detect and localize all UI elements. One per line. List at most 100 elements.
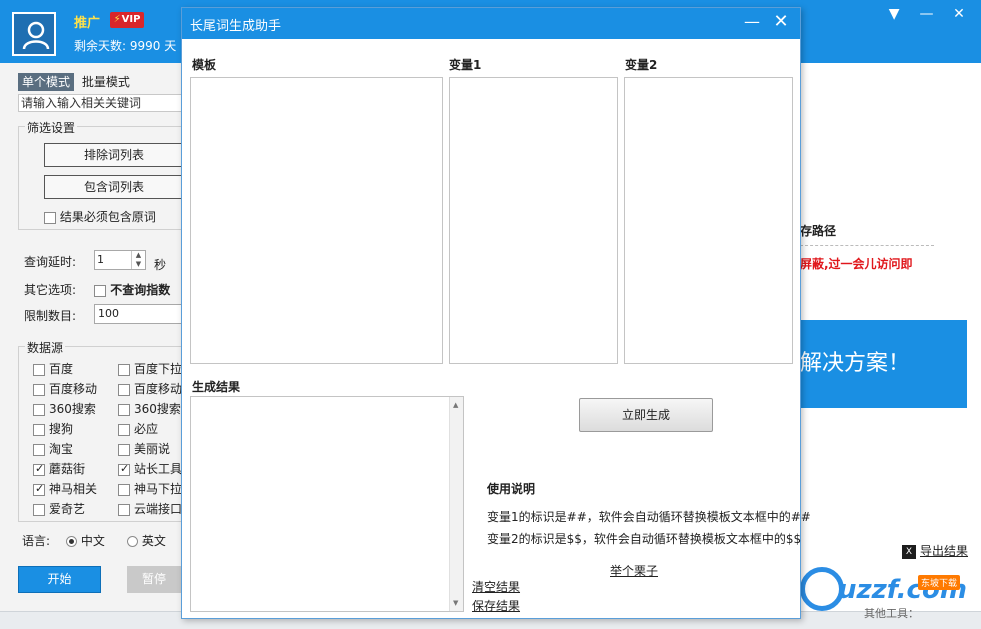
source-option[interactable]: 神马相关 <box>33 480 97 497</box>
avatar[interactable] <box>12 12 56 56</box>
source-option[interactable]: 淘宝 <box>33 440 73 457</box>
promo-label[interactable]: 推广 <box>74 12 100 31</box>
lang-en-label: 英文 <box>141 534 166 548</box>
pause-button[interactable]: 暂停 <box>127 566 181 593</box>
example-link[interactable]: 举个栗子 <box>610 562 658 579</box>
dialog-titlebar[interactable]: 长尾词生成助手 — ✕ <box>182 8 800 39</box>
days-left: 剩余天数: 9990 天 <box>74 39 177 53</box>
must-contain-checkbox[interactable] <box>44 211 56 224</box>
bolt-icon: ⚡ <box>113 14 121 25</box>
source-checkbox[interactable] <box>118 423 130 436</box>
close-icon[interactable]: ✕ <box>945 6 973 22</box>
template-textarea[interactable] <box>190 77 443 364</box>
source-label: 百度 <box>49 362 74 376</box>
must-contain-option[interactable]: 结果必须包含原词 <box>44 208 156 225</box>
lang-en-option[interactable]: 英文 <box>127 532 166 549</box>
source-checkbox[interactable] <box>118 403 130 416</box>
source-checkbox[interactable] <box>118 462 130 476</box>
usage-line-2: 变量2的标识是$$，软件会自动循环替换模板文本框中的$$ <box>487 532 802 546</box>
source-checkbox[interactable] <box>118 483 130 496</box>
generate-button[interactable]: 立即生成 <box>579 398 713 432</box>
source-label: 神马相关 <box>49 482 98 496</box>
source-label: 神马下拉 <box>134 482 183 496</box>
minimize-icon[interactable]: — <box>742 12 762 34</box>
dropdown-icon[interactable]: ▼ <box>880 6 908 22</box>
result-label: 生成结果 <box>192 380 241 394</box>
var1-textarea[interactable] <box>449 77 618 364</box>
divider <box>800 245 934 246</box>
export-results-link[interactable]: X 导出结果 <box>902 542 968 559</box>
source-option[interactable]: 百度 <box>33 360 73 377</box>
source-checkbox[interactable] <box>118 443 130 456</box>
save-results-link[interactable]: 保存结果 <box>472 597 520 614</box>
minimize-icon[interactable]: — <box>913 6 941 22</box>
tab-batch-mode[interactable]: 批量模式 <box>78 73 134 91</box>
source-option[interactable]: 神马下拉 <box>118 480 182 497</box>
language-label: 语言: <box>22 534 51 548</box>
source-label: 爱奇艺 <box>49 502 86 516</box>
scroll-up-icon[interactable]: ▲ <box>453 401 458 409</box>
watermark-logo: uzzf.com 东坡下载 其他工具： <box>800 565 978 620</box>
source-option[interactable]: 百度移动 <box>33 380 97 397</box>
mode-tabs: 单个模式 批量模式 <box>18 73 134 91</box>
source-option[interactable]: 美丽说 <box>118 440 170 457</box>
lang-cn-option[interactable]: 中文 <box>66 532 105 549</box>
source-option[interactable]: 必应 <box>118 420 158 437</box>
source-label: 淘宝 <box>49 442 74 456</box>
blocked-message: 屏蔽,过一会儿访问即 <box>800 257 913 271</box>
query-delay-stepper[interactable]: 1 ▲ ▼ <box>94 250 146 270</box>
usage-title: 使用说明 <box>487 482 536 496</box>
source-option[interactable]: 百度移动 <box>118 380 182 397</box>
limit-input[interactable]: 100 <box>94 304 181 324</box>
lang-en-radio[interactable] <box>127 536 138 547</box>
result-textarea[interactable]: ▲ ▼ <box>190 396 464 612</box>
dialog-title: 长尾词生成助手 <box>190 19 282 34</box>
no-index-label: 不查询指数 <box>110 283 171 297</box>
exclude-list-button[interactable]: 排除词列表 <box>44 143 183 167</box>
var2-label: 变量2 <box>625 58 658 72</box>
vip-text: VIP <box>121 14 141 25</box>
source-label: 站长工具 <box>134 462 183 476</box>
stepper-arrows-icon[interactable]: ▲ ▼ <box>131 251 145 269</box>
source-option[interactable]: 360搜索 <box>118 400 181 417</box>
source-checkbox[interactable] <box>33 443 45 456</box>
close-icon[interactable]: ✕ <box>770 11 792 35</box>
source-checkbox[interactable] <box>33 403 45 416</box>
source-option[interactable]: 爱奇艺 <box>33 500 85 517</box>
source-label: 百度移动 <box>49 382 98 396</box>
export-results-label: 导出结果 <box>920 544 969 558</box>
keyword-input[interactable]: 请输入输入相关关键词 <box>18 94 181 112</box>
scroll-down-icon[interactable]: ▼ <box>453 599 458 607</box>
tab-single-mode[interactable]: 单个模式 <box>18 73 75 91</box>
result-scrollbar[interactable]: ▲ ▼ <box>449 397 463 611</box>
source-option[interactable]: 站长工具 <box>118 460 182 477</box>
source-checkbox[interactable] <box>33 462 45 476</box>
include-list-button[interactable]: 包含词列表 <box>44 175 183 199</box>
source-label: 必应 <box>134 422 159 436</box>
source-checkbox[interactable] <box>118 363 130 376</box>
no-index-checkbox[interactable] <box>94 284 106 297</box>
source-option[interactable]: 360搜索 <box>33 400 96 417</box>
source-option[interactable]: 云端接口 <box>118 500 182 517</box>
template-label: 模板 <box>192 58 217 72</box>
source-checkbox[interactable] <box>118 383 130 396</box>
solution-banner[interactable]: 解决方案！ <box>800 320 967 408</box>
source-checkbox[interactable] <box>33 383 45 396</box>
source-option[interactable]: 百度下拉 <box>118 360 182 377</box>
seconds-label: 秒 <box>154 258 167 272</box>
clear-results-link[interactable]: 清空结果 <box>472 578 520 595</box>
source-checkbox[interactable] <box>33 503 45 516</box>
limit-label: 限制数目: <box>24 309 77 323</box>
source-checkbox[interactable] <box>33 423 45 436</box>
var2-textarea[interactable] <box>624 77 793 364</box>
no-index-option[interactable]: 不查询指数 <box>94 281 170 298</box>
source-checkbox[interactable] <box>118 503 130 516</box>
start-button[interactable]: 开始 <box>18 566 101 593</box>
source-option[interactable]: 蘑菇街 <box>33 460 85 477</box>
source-checkbox[interactable] <box>33 363 45 376</box>
query-delay-label: 查询延时: <box>24 255 77 269</box>
source-option[interactable]: 搜狗 <box>33 420 73 437</box>
source-checkbox[interactable] <box>33 482 45 496</box>
lang-cn-radio[interactable] <box>66 536 77 547</box>
must-contain-label: 结果必须包含原词 <box>59 210 156 224</box>
